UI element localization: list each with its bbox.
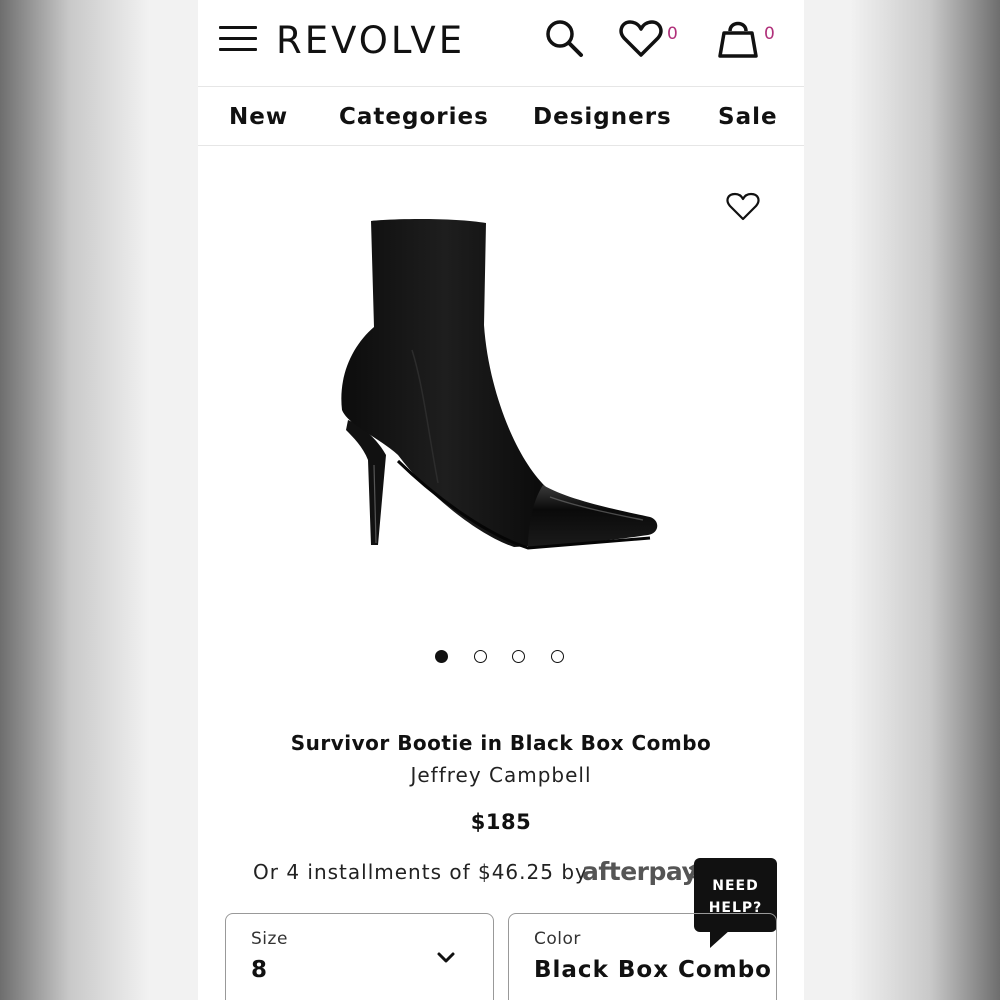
wishlist-count: 0 [667,24,678,44]
nav-item-designers[interactable]: Designers [533,104,672,130]
category-nav: New Categories Designers Sale [198,88,804,146]
add-to-wishlist-heart-icon[interactable] [726,192,760,222]
size-select-label: Size [251,929,288,949]
carousel-dot-2[interactable] [474,650,487,663]
size-select[interactable]: Size 8 [225,913,494,1000]
product-title: Survivor Bootie in Black Box Combo [290,731,712,755]
installments-text: Or 4 installments of $46.25 by [253,860,588,884]
wishlist-heart-icon[interactable] [619,20,663,58]
bag-count: 0 [764,24,775,44]
carousel-dot-1[interactable] [435,650,448,663]
color-select[interactable]: Color Black Box Combo [508,913,777,1000]
product-image-boot[interactable] [338,215,668,560]
search-icon[interactable] [543,17,585,59]
afterpay-logo[interactable]: afterpay [582,857,698,886]
carousel-dot-4[interactable] [551,650,564,663]
chevron-down-icon [437,952,455,963]
nav-item-categories[interactable]: Categories [339,104,489,130]
top-header: REVOLVE 0 0 [198,0,804,87]
need-help-line1: NEED [712,878,759,894]
size-select-value: 8 [251,957,269,983]
product-page: REVOLVE 0 0 New Categories Designers Sal… [198,0,804,1000]
revolve-logo[interactable]: REVOLVE [276,19,465,62]
nav-item-sale[interactable]: Sale [718,104,778,130]
hamburger-menu-icon[interactable] [219,22,259,54]
product-brand-link[interactable]: Jeffrey Campbell [198,763,804,787]
color-select-value: Black Box Combo [534,957,772,983]
product-price: $185 [470,810,532,834]
image-carousel-dots [435,650,575,664]
carousel-dot-3[interactable] [512,650,525,663]
color-select-label: Color [534,929,581,949]
shopping-bag-icon[interactable] [717,16,759,60]
nav-item-new[interactable]: New [229,104,288,130]
